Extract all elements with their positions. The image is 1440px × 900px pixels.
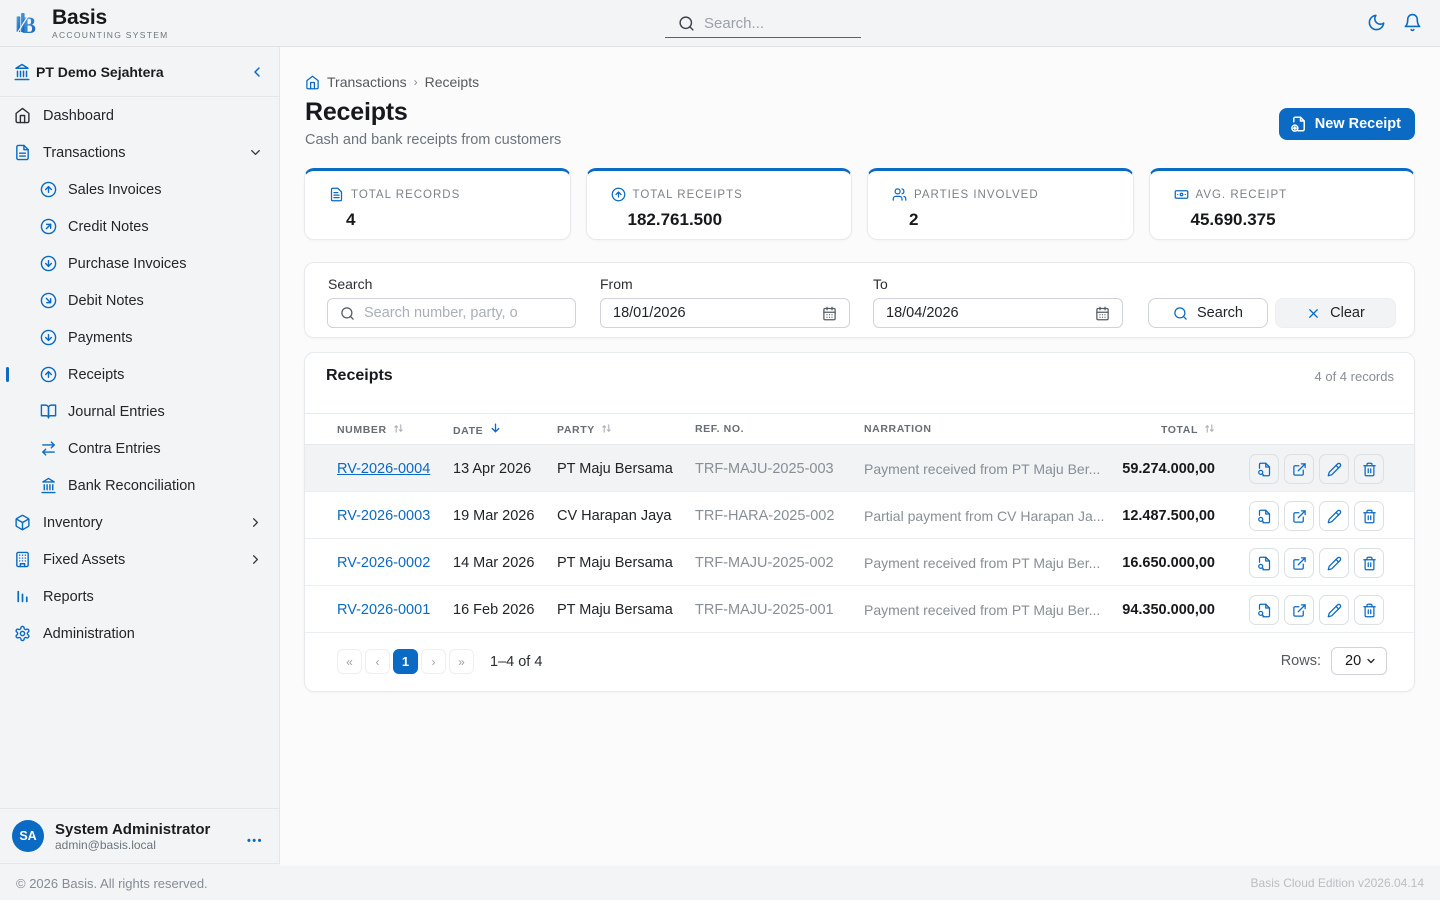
svg-text:B: B <box>22 13 35 38</box>
